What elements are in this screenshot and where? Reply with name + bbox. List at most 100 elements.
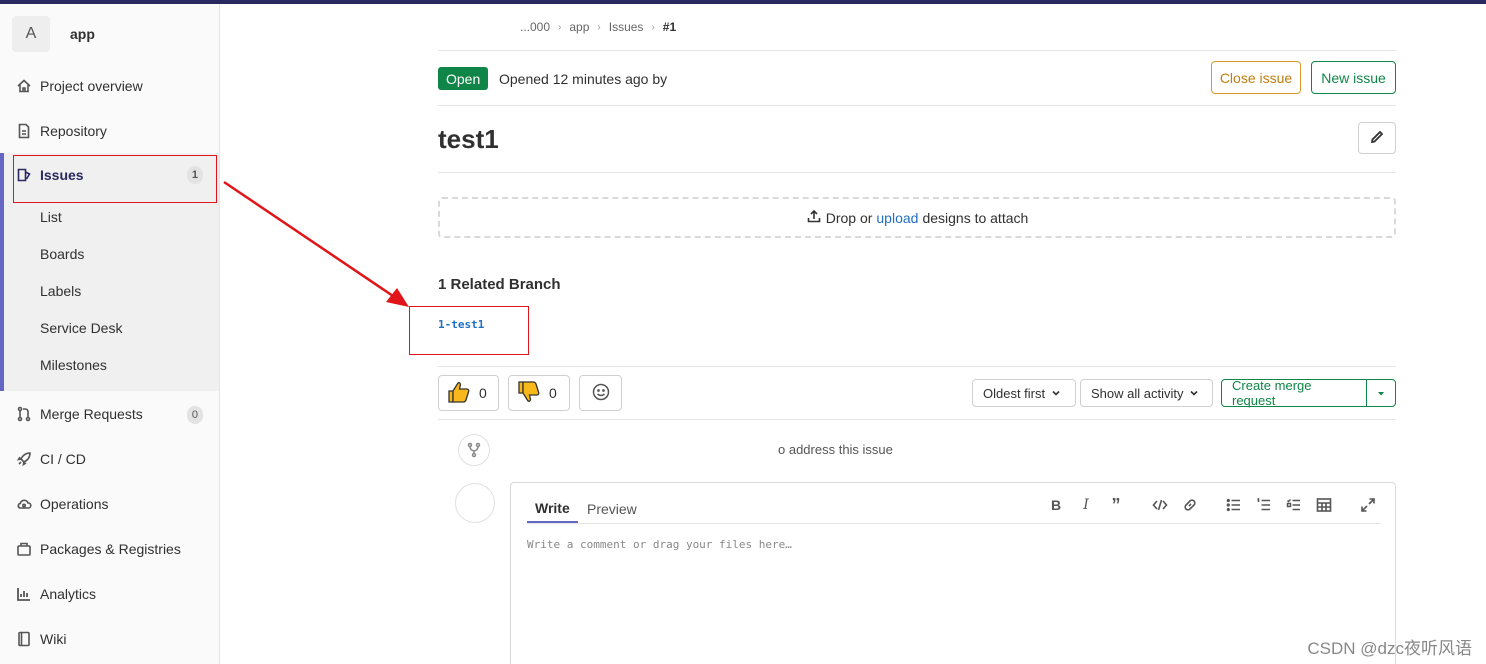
package-icon (16, 541, 32, 557)
divider (438, 419, 1396, 420)
activity-filter-dropdown[interactable]: Show all activity (1080, 379, 1213, 407)
divider (438, 172, 1396, 173)
divider (438, 105, 1396, 106)
sidebar-item-label: CI / CD (40, 451, 86, 467)
sidebar-item-label: Analytics (40, 586, 97, 602)
sidebar-subitem-list[interactable]: List (40, 209, 62, 225)
caret-down-icon (1376, 385, 1386, 401)
divider (438, 366, 1396, 367)
filter-label: Show all activity (1091, 385, 1184, 401)
merge-requests-count-badge: 0 (186, 406, 203, 424)
sidebar-item-label: Merge Requests (40, 406, 143, 422)
project-name: app (70, 26, 95, 42)
thumbs-up-button[interactable]: 0 (438, 375, 499, 411)
upload-icon (806, 208, 822, 227)
table-icon[interactable] (1313, 495, 1335, 515)
thumbs-down-icon (517, 380, 541, 406)
annotation-box-issues (13, 155, 217, 203)
branch-fork-icon (458, 434, 490, 466)
breadcrumb-project[interactable]: app (569, 20, 589, 34)
breadcrumb-issues[interactable]: Issues (609, 20, 644, 34)
related-branches-title: 1 Related Branch (438, 276, 561, 293)
sidebar: A app Project overview Repository Issues… (0, 4, 220, 664)
watermark: CSDN @dzc夜听风语 (1307, 639, 1472, 658)
sidebar-item-ci-cd[interactable]: CI / CD (0, 439, 219, 479)
sidebar-item-repository[interactable]: Repository (0, 111, 219, 151)
editor-divider (527, 523, 1381, 524)
italic-icon[interactable]: I (1075, 495, 1097, 515)
project-avatar: A (12, 16, 50, 52)
chevron-right-icon: › (558, 21, 562, 33)
sidebar-item-label: Wiki (40, 631, 67, 647)
add-reaction-button[interactable] (579, 375, 622, 411)
dropzone-text-prefix: Drop or (825, 209, 873, 226)
create-merge-request-button[interactable]: Create merge request (1221, 378, 1367, 408)
sidebar-item-label: Operations (40, 496, 109, 512)
link-icon[interactable] (1179, 495, 1201, 515)
dropzone-text-suffix: designs to attach (922, 209, 1029, 226)
rocket-icon (16, 451, 32, 467)
thumbs-up-count: 0 (479, 385, 487, 401)
new-issue-button[interactable]: New issue (1311, 61, 1396, 94)
close-issue-button[interactable]: Close issue (1211, 61, 1301, 94)
task-list-icon[interactable] (1283, 495, 1305, 515)
thumbs-down-count: 0 (549, 385, 557, 401)
divider (438, 50, 1396, 51)
current-user-avatar (455, 483, 495, 523)
comment-editor: Write Preview B I ” Write a comment or d… (510, 482, 1396, 664)
sidebar-subitem-labels[interactable]: Labels (40, 283, 81, 299)
breadcrumb: ...000 › app › Issues › #1 (520, 20, 676, 34)
bullet-list-icon[interactable] (1223, 495, 1245, 515)
chevron-down-icon (1189, 386, 1199, 401)
sidebar-subitem-service-desk[interactable]: Service Desk (40, 320, 122, 336)
design-dropzone[interactable]: Drop or upload designs to attach (438, 197, 1396, 238)
breadcrumb-current[interactable]: #1 (663, 20, 676, 34)
edit-title-button[interactable] (1358, 122, 1396, 154)
code-icon[interactable] (1149, 495, 1171, 515)
project-context[interactable]: A app (12, 16, 95, 52)
book-icon (16, 631, 32, 647)
status-badge: Open (438, 67, 489, 90)
chart-icon (16, 586, 32, 602)
chevron-down-icon (1051, 386, 1061, 401)
fullscreen-icon[interactable] (1357, 495, 1379, 515)
top-navbar (0, 0, 1486, 4)
sidebar-subitem-milestones[interactable]: Milestones (40, 357, 107, 373)
sidebar-item-project-overview[interactable]: Project overview (0, 66, 219, 106)
sidebar-item-wiki[interactable]: Wiki (0, 619, 219, 659)
sidebar-item-merge-requests[interactable]: Merge Requests 0 (0, 394, 219, 434)
thumbs-down-button[interactable]: 0 (508, 375, 570, 411)
related-branch-link[interactable]: 1-test1 (438, 318, 484, 331)
smiley-icon (592, 383, 610, 404)
sidebar-item-operations[interactable]: Operations (0, 484, 219, 524)
sort-label: Oldest first (983, 385, 1046, 401)
sort-dropdown[interactable]: Oldest first (972, 379, 1076, 407)
chevron-right-icon: › (651, 21, 655, 33)
home-icon (16, 78, 32, 94)
thumbs-up-icon (447, 381, 471, 406)
issue-title: test1 (438, 124, 499, 154)
sidebar-item-analytics[interactable]: Analytics (0, 574, 219, 614)
sidebar-item-label: Packages & Registries (40, 541, 181, 557)
numbered-list-icon[interactable] (1253, 495, 1275, 515)
system-note-text: o address this issue (778, 442, 893, 454)
opened-meta: Opened 12 minutes ago by (499, 71, 668, 87)
create-merge-request-dropdown[interactable] (1366, 379, 1396, 407)
tab-write[interactable]: Write (527, 495, 578, 523)
breadcrumb-group[interactable]: ...000 (520, 20, 550, 34)
bold-icon[interactable]: B (1045, 495, 1067, 515)
sidebar-subitem-boards[interactable]: Boards (40, 246, 84, 262)
quote-icon[interactable]: ” (1105, 495, 1127, 515)
pencil-icon (1369, 129, 1385, 148)
upload-link[interactable]: upload (876, 210, 918, 226)
comment-textarea[interactable]: Write a comment or drag your files here… (527, 538, 792, 551)
merge-request-icon (16, 406, 32, 422)
cloud-gear-icon (16, 496, 32, 512)
editor-toolbar: B I ” (1037, 495, 1379, 515)
sidebar-item-label: Repository (40, 123, 107, 139)
document-icon (16, 123, 32, 139)
tab-preview[interactable]: Preview (579, 495, 645, 523)
sidebar-item-packages-registries[interactable]: Packages & Registries (0, 529, 219, 569)
chevron-right-icon: › (597, 21, 601, 33)
sidebar-item-label: Project overview (40, 78, 143, 94)
